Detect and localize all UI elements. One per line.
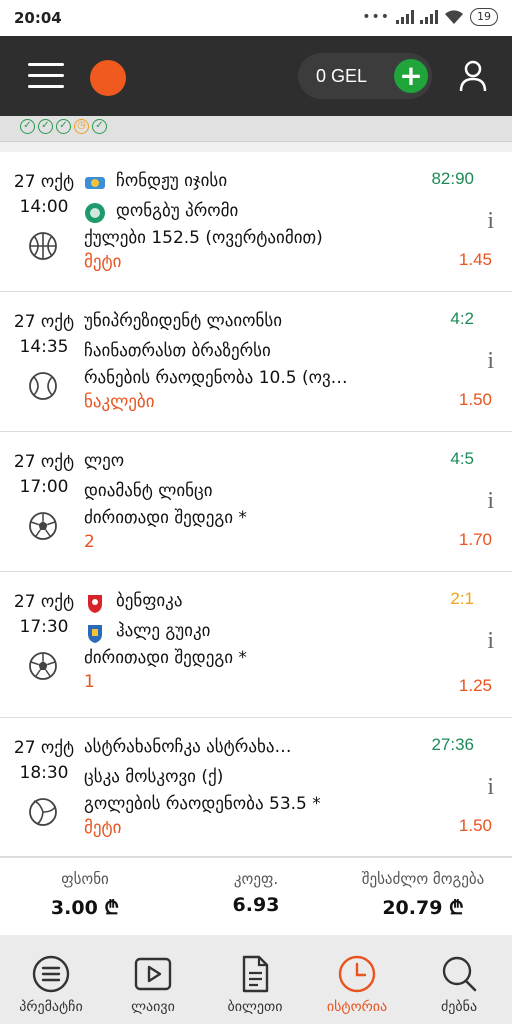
check-circle-icon: ✓ [38, 119, 53, 134]
bet-pick: 1 [84, 672, 95, 692]
bet-row[interactable]: 27 ოქტ 17:00 ლეო დიამანტ ლინცი ძირითადი … [0, 432, 512, 572]
team-logo [85, 203, 105, 223]
bet-datetime: 27 ოქტ 14:00 [13, 172, 75, 217]
odds-summary: კოეფ. 6.93 [200, 870, 312, 916]
bet-row[interactable]: 27 ოქტ 14:35 უნიპრეზიდენტ ლაიონსი ჩაინათ… [0, 292, 512, 432]
team-away: ჩაინათრასთ ბრაზერსი [84, 341, 271, 361]
bet-datetime: 27 ოქტ 14:35 [13, 312, 75, 357]
match-score: 4:5 [450, 449, 474, 468]
play-icon [134, 957, 172, 991]
bet-pick: მეტი [84, 252, 122, 272]
bet-datetime: 27 ოქტ 18:30 [13, 738, 75, 783]
bet-market: რანების რაოდენობა 10.5 (ოვ… [84, 368, 348, 388]
info-icon[interactable]: i [487, 208, 494, 235]
team-logo [88, 595, 102, 613]
brand-logo[interactable] [90, 60, 126, 96]
team-away: ცსკა მოსკოვი (ქ) [84, 767, 224, 787]
check-circle-icon: ✓ [20, 119, 35, 134]
match-score: 82:90 [431, 169, 474, 188]
total-odds-value: 6.93 [232, 894, 280, 916]
bet-pick: 2 [84, 532, 95, 552]
list-circle-icon [32, 955, 70, 993]
bet-row[interactable]: 27 ოქტ 17:30 ბენფიკა ჰალე გუიკი ძირითადი… [0, 572, 512, 718]
wifi-icon [445, 9, 463, 24]
check-circle-icon: ✓ [92, 119, 107, 134]
baseball-icon [29, 372, 57, 400]
bet-list: 27 ოქტ 14:00 ჩონდჟუ იჯისი დონგბუ პრომი ქ… [0, 152, 512, 857]
bet-datetime: 27 ოქტ 17:30 [13, 592, 75, 637]
team-home: უნიპრეზიდენტ ლაიონსი [84, 311, 283, 331]
bet-odds: 1.50 [458, 816, 492, 835]
bet-market: გოლების რაოდენობა 53.5 * [84, 794, 321, 814]
match-score: 2:1 [450, 589, 474, 608]
signal-icon-2 [420, 10, 438, 24]
bottom-navigation: პრემატჩი ლაივი ბილეთი ისტორია ძებნა [0, 945, 512, 1024]
team-away: ჰალე გუიკი [116, 621, 211, 641]
football-icon [29, 512, 57, 540]
deposit-plus-icon[interactable]: + [394, 59, 428, 93]
bet-datetime: 27 ოქტ 17:00 [13, 452, 75, 497]
bet-market: ძირითადი შედეგი * [84, 648, 247, 668]
team-logo [85, 177, 105, 189]
clock-icon [338, 955, 376, 993]
stake-value: 3.00 ₾ [50, 897, 120, 919]
team-home: ლეო [84, 451, 125, 471]
possible-win-value: 20.79 ₾ [382, 897, 464, 919]
info-icon[interactable]: i [487, 628, 494, 655]
team-away: დონგბუ პრომი [116, 201, 239, 221]
pending-clock-icon: ◷ [74, 119, 89, 134]
nav-prematch[interactable]: პრემატჩი [0, 945, 102, 1024]
battery-indicator: 19 [470, 8, 498, 26]
search-icon [442, 956, 477, 992]
status-time: 20:04 [14, 9, 62, 27]
bet-odds: 1.25 [458, 676, 492, 695]
notification-dots-icon: ••• [362, 9, 390, 25]
bet-odds: 1.70 [458, 530, 492, 549]
team-logo [88, 625, 102, 643]
bet-pick: ნაკლები [84, 392, 155, 412]
nav-history[interactable]: ისტორია [306, 945, 408, 1024]
check-circle-icon: ✓ [56, 119, 71, 134]
bet-market: ქულები 152.5 (ოვერტაიმით) [84, 228, 323, 248]
status-bar: 20:04 ••• 19 [0, 0, 512, 36]
menu-icon[interactable] [28, 63, 64, 89]
possible-win-summary: შესაძლო მოგება 20.79 ₾ [340, 870, 506, 920]
team-home: ასტრახანოჩკა ასტრახა… [84, 737, 292, 757]
signal-icon [396, 10, 414, 24]
user-icon[interactable] [458, 60, 488, 92]
nav-ticket[interactable]: ბილეთი [204, 945, 306, 1024]
balance-pill[interactable]: 0 GEL + [298, 53, 432, 99]
info-icon[interactable]: i [487, 488, 494, 515]
team-home: ბენფიკა [116, 591, 183, 611]
stake-summary: ფსონი 3.00 ₾ [30, 870, 140, 920]
team-home: ჩონდჟუ იჯისი [116, 171, 228, 191]
bet-row[interactable]: 27 ოქტ 18:30 ასტრახანოჩკა ასტრახა… ცსკა … [0, 718, 512, 857]
bet-status-strip: ✓ ✓ ✓ ◷ ✓ [0, 116, 512, 142]
info-icon[interactable]: i [487, 774, 494, 801]
match-score: 4:2 [450, 309, 474, 328]
bet-odds: 1.45 [458, 250, 492, 269]
bet-summary: ფსონი 3.00 ₾ კოეფ. 6.93 შესაძლო მოგება 2… [0, 857, 512, 935]
bet-market: ძირითადი შედეგი * [84, 508, 247, 528]
volleyball-icon [29, 798, 57, 826]
nav-live[interactable]: ლაივი [102, 945, 204, 1024]
info-icon[interactable]: i [487, 348, 494, 375]
bet-pick: მეტი [84, 818, 122, 838]
balance-amount: 0 GEL [316, 66, 368, 86]
bet-odds: 1.50 [458, 390, 492, 409]
app-header: 0 GEL + [0, 36, 512, 116]
ticket-document-icon [242, 955, 269, 993]
team-away: დიამანტ ლინცი [84, 481, 213, 501]
football-icon [29, 652, 57, 680]
nav-search[interactable]: ძებნა [408, 945, 510, 1024]
basketball-icon [29, 232, 57, 260]
bet-row[interactable]: 27 ოქტ 14:00 ჩონდჟუ იჯისი დონგბუ პრომი ქ… [0, 152, 512, 292]
match-score: 27:36 [431, 735, 474, 754]
